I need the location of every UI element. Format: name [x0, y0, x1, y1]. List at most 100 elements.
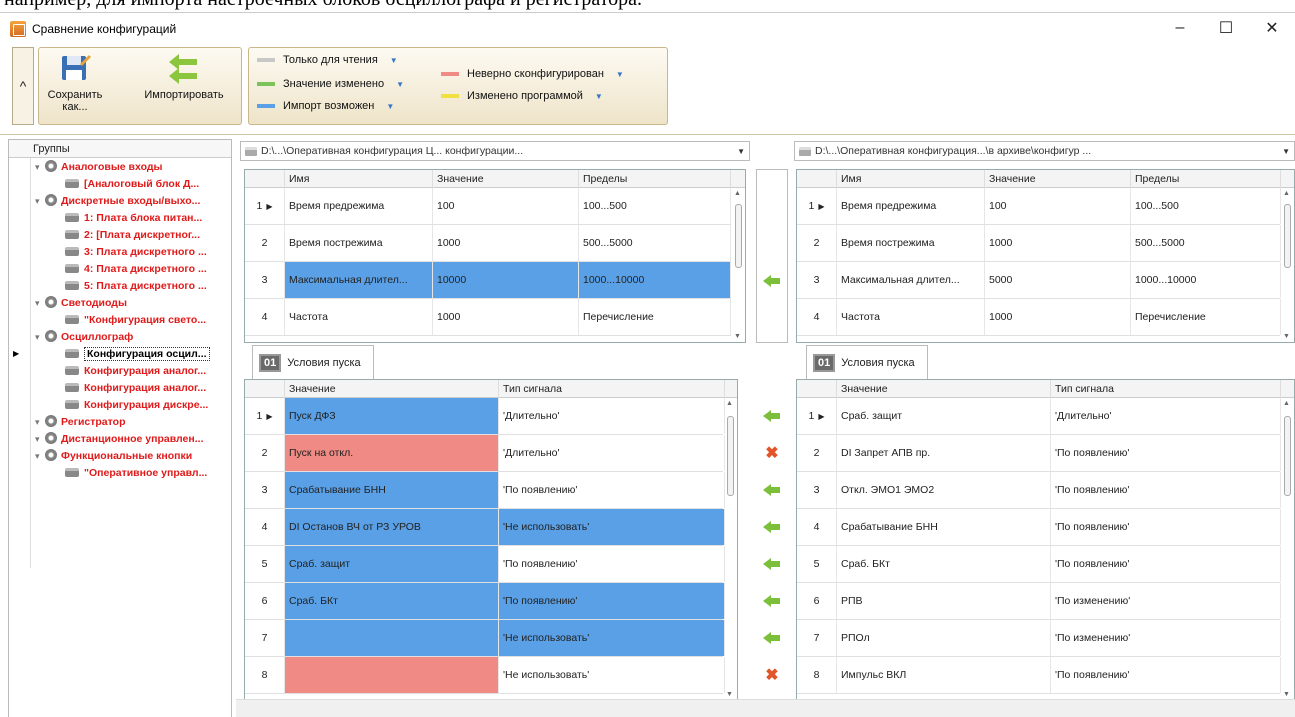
cell-value[interactable]: 1000: [433, 299, 579, 335]
cell-value[interactable]: 1000: [985, 225, 1131, 261]
column-header[interactable]: Значение: [837, 380, 1051, 398]
cell-value[interactable]: 100: [985, 188, 1131, 224]
table-row[interactable]: 7 'Не использовать': [245, 620, 725, 657]
table-row[interactable]: 3 Откл. ЭМО1 ЭМО2 'По появлению': [797, 472, 1281, 509]
tree-item[interactable]: "Конфигурация свето...: [31, 312, 231, 329]
table-row[interactable]: 3 Максимальная длител... 5000 1000...10000: [797, 262, 1281, 299]
cell-type[interactable]: 'Не использовать': [499, 620, 725, 656]
vertical-scrollbar[interactable]: ▲ ▼: [732, 188, 744, 342]
conflict-x-icon[interactable]: ✖: [765, 665, 778, 685]
import-arrow-icon[interactable]: [763, 631, 781, 644]
cell-type[interactable]: 'По появлению': [499, 583, 725, 619]
cell-name[interactable]: Время предрежима: [285, 188, 433, 224]
cell-value[interactable]: Сраб. БКт: [285, 583, 499, 619]
vertical-scrollbar[interactable]: ▲ ▼: [1281, 398, 1293, 700]
scrollbar-thumb[interactable]: [1284, 204, 1291, 268]
cell-type[interactable]: 'По появлению': [1051, 472, 1281, 508]
column-header[interactable]: Пределы: [1131, 170, 1281, 188]
legend-misconfigured[interactable]: Неверно сконфигурирован ▼: [441, 68, 624, 80]
scroll-up-icon[interactable]: ▲: [734, 190, 741, 197]
cell-value[interactable]: [285, 657, 499, 693]
cell-value[interactable]: Сраб. защит: [837, 398, 1051, 434]
left-path-combo[interactable]: D:\...\Оперативная конфигурация Ц... кон…: [240, 141, 750, 161]
cell-value[interactable]: РПОл: [837, 620, 1051, 656]
cell-value[interactable]: Срабатывание БНН: [837, 509, 1051, 545]
action-slot[interactable]: [756, 619, 788, 656]
action-slot[interactable]: [757, 262, 787, 299]
chevron-down-icon[interactable]: ▾: [35, 431, 45, 448]
table-row[interactable]: 4 DI Останов ВЧ от РЗ УРОВ 'Не использоват…: [245, 509, 725, 546]
tree-item[interactable]: ▾ Дистанционное управлен...: [31, 431, 231, 448]
tab-start-conditions-right[interactable]: 01 Условия пуска: [806, 345, 928, 379]
table-row[interactable]: 2 DI Запрет АПВ пр. 'По появлению': [797, 435, 1281, 472]
cell-type[interactable]: 'Длительно': [499, 435, 725, 471]
table-row[interactable]: 2 Время пострежима 1000 500...5000: [797, 225, 1281, 262]
action-slot[interactable]: [756, 545, 788, 582]
action-slot[interactable]: [756, 508, 788, 545]
action-slot[interactable]: ✖: [756, 656, 788, 693]
table-row[interactable]: 5 Сраб. защит 'По появлению': [245, 546, 725, 583]
chevron-down-icon[interactable]: ▾: [35, 448, 45, 465]
import-arrow-icon[interactable]: [763, 594, 781, 607]
import-arrow-icon[interactable]: [763, 520, 781, 533]
cell-value[interactable]: Сраб. защит: [285, 546, 499, 582]
cell-limits[interactable]: 1000...10000: [579, 262, 731, 298]
table-row[interactable]: 6 РПВ 'По изменению': [797, 583, 1281, 620]
action-slot[interactable]: [756, 471, 788, 508]
import-arrow-icon[interactable]: [763, 274, 781, 287]
cell-value[interactable]: 1000: [433, 225, 579, 261]
cell-value[interactable]: 10000: [433, 262, 579, 298]
action-slot[interactable]: [756, 397, 788, 434]
cell-type[interactable]: 'По появлению': [1051, 546, 1281, 582]
legend-changed[interactable]: Значение изменено ▼: [257, 78, 404, 90]
cell-value[interactable]: Пуск ДФЗ: [285, 398, 499, 434]
table-row[interactable]: 4 Частота 1000 Перечисление: [797, 299, 1281, 336]
legend-import-possible[interactable]: Импорт возможен ▼: [257, 100, 394, 112]
tree-item[interactable]: 2: [Плата дискретног...: [31, 227, 231, 244]
legend-changed-by-program[interactable]: Изменено программой ▼: [441, 90, 603, 102]
cell-type[interactable]: 'По появлению': [1051, 435, 1281, 471]
cell-value[interactable]: 1000: [985, 299, 1131, 335]
cell-type[interactable]: 'Длительно': [1051, 398, 1281, 434]
scroll-down-icon[interactable]: ▼: [734, 333, 741, 340]
cell-type[interactable]: 'По появлению': [499, 546, 725, 582]
tab-start-conditions-left[interactable]: 01 Условия пуска: [252, 345, 374, 379]
right-path-combo[interactable]: D:\...\Оперативная конфигурация...\в арх…: [794, 141, 1295, 161]
chevron-down-icon[interactable]: ▾: [35, 295, 45, 312]
import-arrow-icon[interactable]: [763, 483, 781, 496]
cell-type[interactable]: 'Не использовать': [499, 657, 725, 693]
import-arrow-icon[interactable]: [763, 409, 781, 422]
save-as-button[interactable]: Сохранить как...: [48, 52, 102, 113]
table-row[interactable]: 7 РПОл 'По изменению': [797, 620, 1281, 657]
cell-value[interactable]: [285, 620, 499, 656]
tree-item[interactable]: 4: Плата дискретного ...: [31, 261, 231, 278]
close-button[interactable]: ✕: [1249, 13, 1295, 43]
tree-item[interactable]: 1: Плата блока питан...: [31, 210, 231, 227]
conflict-x-icon[interactable]: ✖: [765, 443, 778, 463]
scrollbar-thumb[interactable]: [727, 416, 734, 496]
tree-item[interactable]: [Аналоговый блок Д...: [31, 176, 231, 193]
ribbon-collapse-button[interactable]: ^: [12, 47, 34, 125]
vertical-scrollbar[interactable]: ▲ ▼: [724, 398, 736, 700]
cell-limits[interactable]: 1000...10000: [1131, 262, 1281, 298]
chevron-down-icon[interactable]: ▾: [35, 414, 45, 431]
tree-item[interactable]: ▾ Осциллограф: [31, 329, 231, 346]
tree-item[interactable]: ▾ Светодиоды: [31, 295, 231, 312]
cell-type[interactable]: 'По появлению': [1051, 657, 1281, 693]
maximize-button[interactable]: ☐: [1203, 13, 1249, 43]
cell-limits[interactable]: 100...500: [579, 188, 731, 224]
action-slot[interactable]: [756, 582, 788, 619]
cell-limits[interactable]: Перечисление: [1131, 299, 1281, 335]
cell-value[interactable]: Импульс ВКЛ: [837, 657, 1051, 693]
chevron-down-icon[interactable]: ▾: [35, 329, 45, 346]
cell-name[interactable]: Время предрежима: [837, 188, 985, 224]
import-button[interactable]: Импортировать: [129, 52, 239, 101]
column-header[interactable]: Тип сигнала: [1051, 380, 1281, 398]
table-row[interactable]: 2 Время пострежима 1000 500...5000: [245, 225, 731, 262]
cell-limits[interactable]: 100...500: [1131, 188, 1281, 224]
cell-type[interactable]: 'Не использовать': [499, 509, 725, 545]
table-row[interactable]: 4 Срабатывание БНН 'По появлению': [797, 509, 1281, 546]
scroll-up-icon[interactable]: ▲: [1283, 190, 1290, 197]
minimize-button[interactable]: –: [1157, 13, 1203, 43]
tree-item[interactable]: Конфигурация осцил...: [31, 346, 231, 363]
